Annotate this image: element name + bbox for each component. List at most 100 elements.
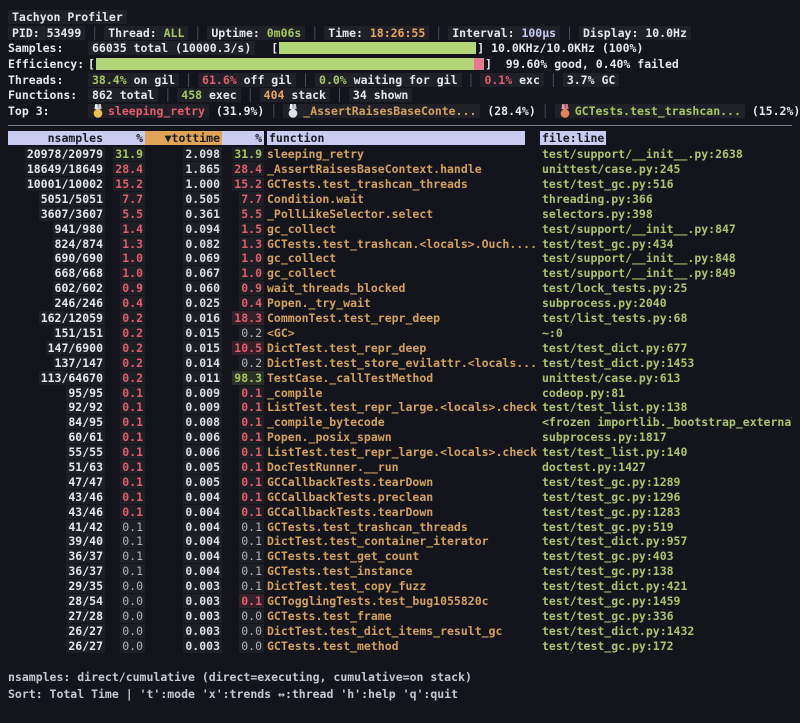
nsamples-cell: 84/95 [8, 415, 105, 429]
nsamples-cell: 36/37 [8, 564, 105, 578]
column-header-nsamples[interactable]: nsamples [8, 131, 105, 145]
nsamples-cell: 36/37 [8, 549, 105, 563]
efficiency-line: Efficiency: [ ] 99.60% good, 0.40% faile… [8, 56, 792, 72]
display-label: Display: [583, 26, 638, 40]
direct-pct-cell: 0.1 [105, 520, 145, 534]
table-row: 151/1510.20.0150.2<GC>~:0 [8, 326, 792, 341]
separator: │ [536, 104, 555, 118]
file-line-cell: test/test_gc.py:172 [540, 639, 792, 653]
file-line-cell: test/support/__init__.py:847 [540, 222, 792, 236]
tottime-cell: 0.016 [145, 311, 222, 325]
nsamples-cell: 10001/10002 [8, 177, 105, 191]
file-line-cell: test/test_gc.py:1296 [540, 490, 792, 504]
direct-pct-cell: 0.2 [105, 371, 145, 385]
right-bracket: ] [485, 57, 492, 71]
cumulative-pct-cell: 7.7 [222, 192, 264, 206]
function-cell: _compile_bytecode [264, 415, 540, 429]
silver-medal-icon [288, 104, 298, 118]
direct-pct-cell: 0.1 [105, 415, 145, 429]
column-header-file-line[interactable]: file:line [540, 131, 792, 145]
direct-pct-cell: 0.0 [105, 579, 145, 593]
table-row: 92/920.10.0090.1ListTest.test_repr_large… [8, 400, 792, 415]
nsamples-cell: 43/46 [8, 505, 105, 519]
file-line-cell: test/test_gc.py:516 [540, 177, 792, 191]
file-line-cell: subprocess.py:2040 [540, 296, 792, 310]
function-cell: wait_threads_blocked [264, 281, 540, 295]
direct-pct-cell: 0.1 [105, 490, 145, 504]
tottime-cell: 0.003 [145, 624, 222, 638]
efficiency-bar [96, 58, 484, 70]
direct-pct-cell: 0.0 [105, 639, 145, 653]
cumulative-pct-cell: 31.9 [222, 147, 264, 161]
function-cell: Condition.wait [264, 192, 540, 206]
separator: │ [462, 73, 481, 87]
nsamples-cell: 26/27 [8, 639, 105, 653]
tottime-cell: 0.004 [145, 520, 222, 534]
separator: │ [264, 104, 283, 118]
functions-exec-text: exec [209, 88, 237, 102]
interval-field: Interval: 100µs [448, 26, 560, 40]
efficiency-failed-segment [474, 58, 484, 70]
function-cell: DocTestRunner.__run [264, 460, 540, 474]
tottime-cell: 0.003 [145, 609, 222, 623]
top3-item-1-pct: (31.9%) [216, 104, 264, 118]
direct-pct-cell: 1.3 [105, 237, 145, 251]
threads-on-gil-value: 38.4% [92, 73, 127, 87]
footer: nsamples: direct/cumulative (direct=exec… [8, 669, 792, 702]
functions-label: Functions: [8, 88, 88, 102]
tottime-cell: 0.005 [145, 475, 222, 489]
tottime-cell: 0.094 [145, 222, 222, 236]
tottime-cell: 1.865 [145, 162, 222, 176]
tottime-cell: 0.004 [145, 490, 222, 504]
file-line-cell: test/test_dict.py:421 [540, 579, 792, 593]
function-cell: TestCase._callTestMethod [264, 371, 540, 385]
threads-off-gil-text: off gil [244, 73, 292, 87]
file-line-cell: test/test_dict.py:1432 [540, 624, 792, 638]
table-row: 39/400.10.0040.1DictTest.test_container_… [8, 534, 792, 549]
column-header-cumulative-pct[interactable]: % [222, 131, 264, 145]
function-cell: DictTest.test_dict_items_result_gc [264, 624, 540, 638]
function-cell: GCCallbackTests.tearDown [264, 505, 540, 519]
display-field: Display: 10.0Hz [579, 26, 691, 40]
tottime-cell: 0.003 [145, 579, 222, 593]
function-cell: GCTogglingTests.test_bug1055820c [264, 594, 540, 608]
file-line-cell: test/lock_tests.py:25 [540, 281, 792, 295]
direct-pct-cell: 0.1 [105, 386, 145, 400]
functions-exec-value: 458 [181, 88, 202, 102]
cumulative-pct-cell: 0.1 [222, 579, 264, 593]
nsamples-cell: 151/151 [8, 326, 105, 340]
function-cell: GCCallbackTests.preclean [264, 490, 540, 504]
separator: │ [241, 88, 260, 102]
function-cell: Popen._try_wait [264, 296, 540, 310]
efficiency-label: Efficiency: [8, 57, 88, 71]
functions-total-text: total [120, 88, 155, 102]
function-cell: ListTest.test_repr_large.<locals>.check [264, 400, 540, 414]
function-cell: gc_collect [264, 251, 540, 265]
column-header-direct-pct[interactable]: % [105, 131, 145, 145]
cumulative-pct-cell: 0.1 [222, 430, 264, 444]
separator-rule [8, 125, 792, 126]
cumulative-pct-cell: 0.1 [222, 460, 264, 474]
file-line-cell: test/test_gc.py:519 [540, 520, 792, 534]
cumulative-pct-cell: 0.1 [222, 445, 264, 459]
direct-pct-cell: 0.1 [105, 460, 145, 474]
footer-help-line-2: Sort: Total Time | 't':mode 'x':trends ↔… [8, 686, 792, 703]
time-field: Time: 18:26:55 [324, 26, 429, 40]
cumulative-pct-cell: 18.3 [222, 311, 264, 325]
column-header-function[interactable]: function [264, 131, 540, 145]
functions-shown-value: 34 [353, 88, 367, 102]
top3-item-1: sleeping_retry [88, 104, 209, 118]
tottime-cell: 0.025 [145, 296, 222, 310]
function-cell: Popen._posix_spawn [264, 430, 540, 444]
table-row: 246/2460.40.0250.4Popen._try_waitsubproc… [8, 296, 792, 311]
table-row: 941/9801.40.0941.5gc_collecttest/support… [8, 221, 792, 236]
cumulative-pct-cell: 0.4 [222, 296, 264, 310]
tottime-cell: 0.082 [145, 237, 222, 251]
top3-item-3-pct: (15.2%) [752, 104, 800, 118]
nsamples-cell: 51/63 [8, 460, 105, 474]
tottime-cell: 0.005 [145, 460, 222, 474]
cumulative-pct-cell: 1.3 [222, 237, 264, 251]
thread-field: Thread: ALL [104, 26, 188, 40]
column-header-tottime-sorted[interactable]: ▼tottime [145, 131, 222, 145]
table-row: 5051/50517.70.5057.7Condition.waitthread… [8, 191, 792, 206]
